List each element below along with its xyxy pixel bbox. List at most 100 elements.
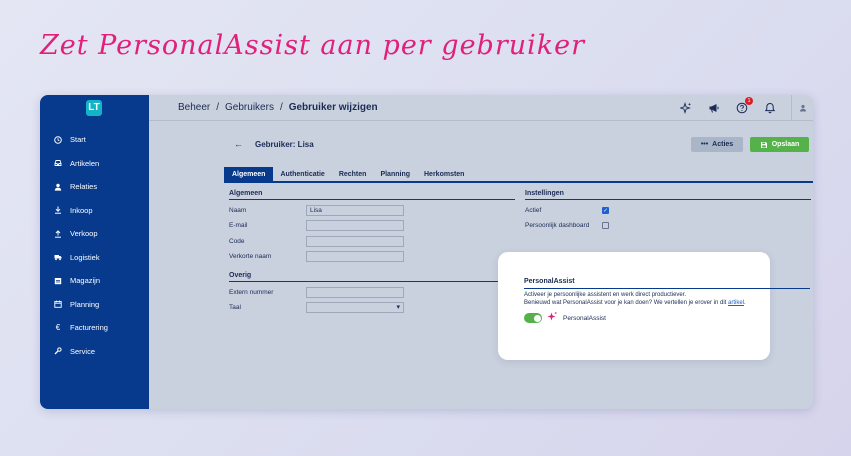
sidebar: LT Start Artikelen Relaties Inkoop Verko… xyxy=(40,95,149,409)
sidebar-item-magazijn[interactable]: Magazijn xyxy=(40,269,149,293)
form-row-taal: Taal xyxy=(229,300,515,315)
form-row-actief: Actief ✓ xyxy=(525,203,811,218)
back-arrow-icon[interactable]: ← xyxy=(234,139,243,149)
upload-icon xyxy=(54,230,62,238)
page-title: Gebruiker: Lisa xyxy=(255,140,314,149)
field-label: Actief xyxy=(525,207,542,215)
section-overig: Overig Extern nummer Taal xyxy=(229,272,515,316)
breadcrumb-separator: / xyxy=(216,102,220,113)
section-instellingen: Instellingen Actief ✓ Persoonlijk dashbo… xyxy=(525,190,811,234)
sidebar-item-label: Planning xyxy=(70,299,100,309)
sidebar-item-verkoop[interactable]: Verkoop xyxy=(40,222,149,246)
more-dots-icon: ••• xyxy=(700,141,709,148)
sidebar-item-service[interactable]: Service xyxy=(40,340,149,364)
acties-label: Acties xyxy=(712,141,734,148)
breadcrumb-separator: / xyxy=(279,102,283,113)
field-label: Code xyxy=(229,237,245,245)
section-title: PersonalAssist xyxy=(524,278,810,289)
breadcrumb-current: Gebruiker wijzigen xyxy=(288,102,378,113)
tab-rechten[interactable]: Rechten xyxy=(332,167,374,181)
person-icon xyxy=(54,183,62,191)
sparkle-icon[interactable] xyxy=(679,101,693,115)
field-label: Extern nummer xyxy=(229,289,274,297)
sidebar-item-label: Magazijn xyxy=(70,276,101,286)
inbox-icon xyxy=(54,159,62,167)
sidebar-item-label: Logistiek xyxy=(70,252,100,262)
help-icon[interactable]: 1 xyxy=(735,97,753,115)
naam-input[interactable]: Lisa xyxy=(306,205,404,217)
form-row-persoonlijk-dashboard: Persoonlijk dashboard xyxy=(525,218,811,233)
persoonlijk-dashboard-checkbox[interactable] xyxy=(602,222,609,230)
period: . xyxy=(744,300,746,306)
field-label: Persoonlijk dashboard xyxy=(525,222,590,230)
sidebar-item-planning[interactable]: Planning xyxy=(40,293,149,317)
artikel-link[interactable]: artikel xyxy=(728,300,744,306)
sidebar-item-label: Inkoop xyxy=(70,205,93,215)
save-icon xyxy=(760,141,767,148)
section-title: Instellingen xyxy=(525,190,811,200)
sidebar-item-start[interactable]: Start xyxy=(40,128,149,152)
sparkle-icon xyxy=(547,311,558,325)
personal-assist-line2: Benieuwd wat PersonalAssist voor je kan … xyxy=(524,299,764,307)
sidebar-item-label: Verkoop xyxy=(70,229,98,239)
sidebar-item-label: Relaties xyxy=(70,182,98,192)
personal-assist-description: Activeer je persoonlijke assistent en we… xyxy=(524,291,764,307)
section-title: Algemeen xyxy=(229,190,515,200)
verkorte-naam-input[interactable] xyxy=(306,251,404,263)
breadcrumb-gebruikers[interactable]: Gebruikers xyxy=(225,102,274,113)
code-input[interactable] xyxy=(306,235,404,247)
save-button[interactable]: Opslaan xyxy=(750,137,809,152)
tab-bar: Algemeen Authenticatie Rechten Planning … xyxy=(224,167,813,183)
actief-checkbox[interactable]: ✓ xyxy=(602,207,609,215)
tab-authenticatie[interactable]: Authenticatie xyxy=(273,167,331,181)
truck-icon xyxy=(54,253,62,261)
sidebar-item-relaties[interactable]: Relaties xyxy=(40,175,149,199)
topbar-icons: 1 xyxy=(679,95,813,121)
person-icon xyxy=(799,104,806,112)
field-label: Taal xyxy=(229,304,241,312)
email-input[interactable] xyxy=(306,220,404,232)
form-row-code: Code xyxy=(229,234,515,249)
tab-planning[interactable]: Planning xyxy=(373,167,417,181)
download-icon xyxy=(54,206,62,214)
acties-button[interactable]: ••• Acties xyxy=(691,137,743,152)
wrench-icon xyxy=(54,347,62,355)
tab-algemeen[interactable]: Algemeen xyxy=(224,167,274,181)
megaphone-icon[interactable] xyxy=(707,101,721,115)
sidebar-item-facturering[interactable]: € Facturering xyxy=(40,316,149,340)
topbar: Beheer / Gebruikers / Gebruiker wijzigen… xyxy=(149,95,813,121)
save-label: Opslaan xyxy=(771,141,800,148)
field-label: E-mail xyxy=(229,222,248,230)
personal-assist-toggle-row: PersonalAssist xyxy=(524,311,606,325)
sidebar-item-logistiek[interactable]: Logistiek xyxy=(40,246,149,270)
clock-icon xyxy=(54,135,62,144)
user-avatar[interactable] xyxy=(791,95,813,121)
tab-herkomsten[interactable]: Herkomsten xyxy=(417,167,471,181)
form-row-email: E-mail xyxy=(229,218,515,233)
section-title: Overig xyxy=(229,272,515,282)
app-logo[interactable]: LT xyxy=(86,100,102,116)
notification-badge: 1 xyxy=(745,97,753,105)
personal-assist-toggle-label: PersonalAssist xyxy=(563,314,606,322)
personal-assist-line1: Activeer je persoonlijke assistent en we… xyxy=(524,292,687,298)
sidebar-item-artikelen[interactable]: Artikelen xyxy=(40,152,149,176)
headline: Zet PersonalAssist aan per gebruiker xyxy=(40,30,586,61)
sidebar-item-label: Service xyxy=(70,346,96,356)
personal-assist-line2-text: Benieuwd wat PersonalAssist voor je kan … xyxy=(524,300,727,306)
field-label: Verkorte naam xyxy=(229,253,272,261)
personal-assist-card: PersonalAssist Activeer je persoonlijke … xyxy=(498,252,810,360)
taal-select[interactable] xyxy=(306,302,404,314)
breadcrumb-beheer[interactable]: Beheer xyxy=(178,102,210,113)
personal-assist-toggle[interactable] xyxy=(524,313,542,323)
bell-icon[interactable] xyxy=(763,101,777,115)
sidebar-item-label: Artikelen xyxy=(70,158,100,168)
extern-nummer-input[interactable] xyxy=(306,287,404,299)
section-algemeen: Algemeen Naam Lisa E-mail Code Verkorte … xyxy=(229,190,515,264)
breadcrumb: Beheer / Gebruikers / Gebruiker wijzigen xyxy=(178,102,378,113)
sidebar-item-label: Facturering xyxy=(70,323,108,333)
form-row-naam: Naam Lisa xyxy=(229,203,515,218)
form-row-extern-nummer: Extern nummer xyxy=(229,285,515,300)
sidebar-item-inkoop[interactable]: Inkoop xyxy=(40,199,149,223)
sidebar-item-label: Start xyxy=(70,135,86,145)
euro-icon: € xyxy=(55,323,61,333)
